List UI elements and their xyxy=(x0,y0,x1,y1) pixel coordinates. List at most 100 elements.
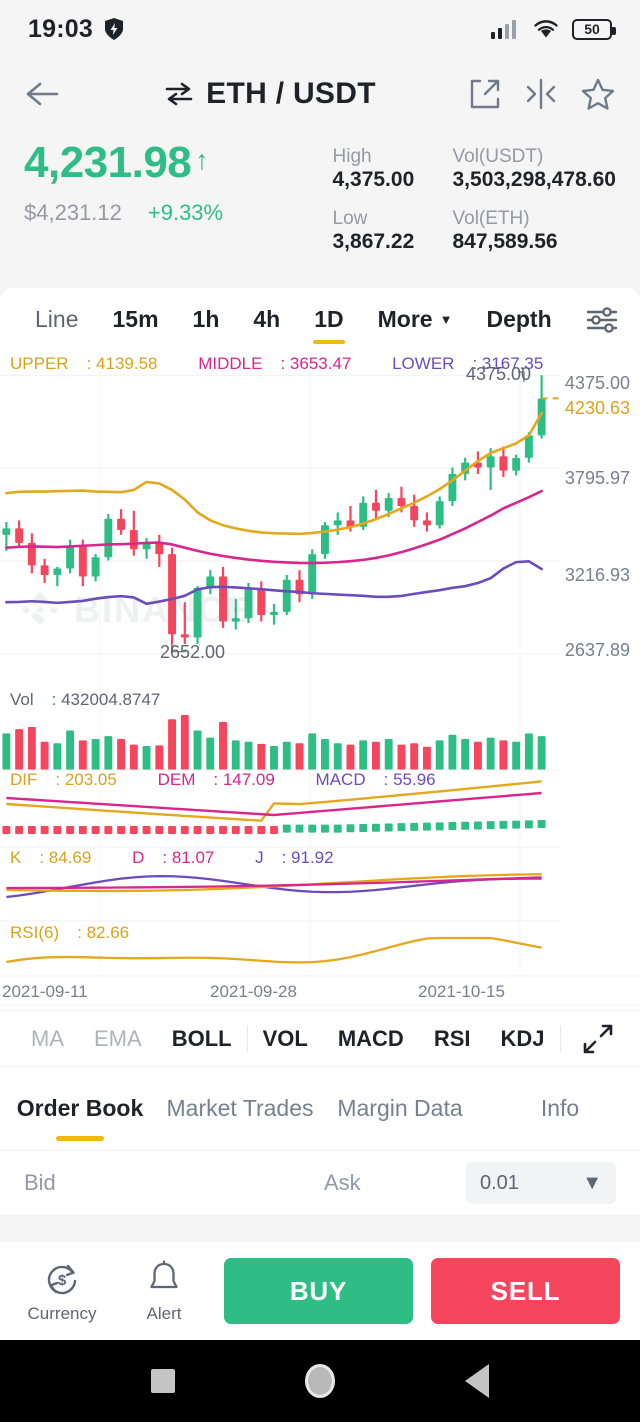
tab-more[interactable]: More ▼ xyxy=(361,288,470,350)
currency-exchange-icon: $ xyxy=(47,1264,77,1294)
tab-1h[interactable]: 1h xyxy=(176,288,237,350)
stat-low-value: 3,867.22 xyxy=(332,230,415,253)
chart-area[interactable]: UPPER: 4139.58 MIDDLE: 3653.47 LOWER: 31… xyxy=(0,350,640,1010)
battery-indicator: 50 xyxy=(572,18,616,40)
chart-low-marker: 2652.00 xyxy=(160,642,226,662)
indicator-vol[interactable]: VOL xyxy=(248,1011,323,1067)
tab-1d[interactable]: 1D xyxy=(297,288,360,350)
kdj-k-legend: K: 84.69 xyxy=(10,848,92,867)
triangle-back-icon[interactable] xyxy=(465,1364,489,1398)
price-axis-label-2: 3216.93 xyxy=(564,565,630,585)
tab-margin-data[interactable]: Margin Data xyxy=(320,1067,480,1151)
tab-depth[interactable]: Depth xyxy=(469,288,568,350)
tab-15m-label: 15m xyxy=(112,305,159,332)
chart-settings-button[interactable] xyxy=(585,304,631,334)
indicator-ma[interactable]: MA xyxy=(16,1011,79,1067)
date-axis-label-2: 2021-10-15 xyxy=(418,982,505,1001)
fullscreen-button[interactable] xyxy=(582,1023,624,1055)
currency-button[interactable]: $ Currency xyxy=(20,1259,104,1324)
order-book-header: Bid Ask 0.01 ▼ xyxy=(0,1150,640,1216)
fullscreen-expand-icon xyxy=(583,1024,613,1053)
tab-depth-label: Depth xyxy=(486,305,552,332)
price-panel: 4,231.98 ↑ $4,231.12 +9.33% High 4,375.0… xyxy=(0,130,640,288)
alert-label: Alert xyxy=(146,1303,182,1323)
page-title: ETH / USDT xyxy=(206,77,376,110)
back-button[interactable] xyxy=(24,79,72,109)
wifi-icon xyxy=(534,20,558,38)
price-secondary-row: $4,231.12 +9.33% xyxy=(24,200,333,226)
bell-icon xyxy=(150,1259,178,1288)
indicator-boll[interactable]: BOLL xyxy=(157,1011,247,1067)
stat-vol-usdt-value: 3,503,298,478.60 xyxy=(452,168,617,191)
macd-macd-legend: MACD: 55.96 xyxy=(315,770,436,789)
share-external-icon[interactable] xyxy=(468,77,502,111)
current-price-marker: 4230.63 xyxy=(564,398,630,418)
tab-market-trades[interactable]: Market Trades xyxy=(160,1067,320,1151)
indicator-kdj[interactable]: KDJ xyxy=(486,1011,560,1067)
tab-info[interactable]: Info xyxy=(480,1067,640,1151)
tab-1d-label: 1D xyxy=(314,305,344,332)
svg-text:$: $ xyxy=(58,1272,67,1289)
tab-4h[interactable]: 4h xyxy=(236,288,297,350)
chart-high-marker: 4375.00 xyxy=(466,364,532,384)
compare-icon[interactable] xyxy=(524,77,558,111)
signal-bars-icon xyxy=(491,20,516,39)
action-bar: $ Currency Alert BUY SELL xyxy=(0,1242,640,1340)
price-axis-label-1: 3795.97 xyxy=(564,468,630,488)
currency-label: Currency xyxy=(27,1303,97,1323)
indicator-macd[interactable]: MACD xyxy=(323,1011,419,1067)
order-book-ask-label: Ask xyxy=(324,1170,361,1195)
sell-button[interactable]: SELL xyxy=(431,1258,620,1324)
swap-arrows-icon xyxy=(165,82,193,106)
stat-low-label: Low xyxy=(332,208,368,229)
macd-dem-legend: DEM: 147.09 xyxy=(157,770,275,789)
indicator-toolbar: MA EMA BOLL VOL MACD RSI KDJ xyxy=(0,1010,640,1066)
stat-vol-eth-label: Vol(ETH) xyxy=(452,208,530,229)
order-book-bid-label: Bid xyxy=(24,1170,56,1195)
back-arrow-icon xyxy=(26,82,59,106)
precision-selector[interactable]: 0.01 ▼ xyxy=(466,1162,616,1204)
tab-more-label: More xyxy=(377,305,433,332)
price-axis-label-0: 4375.00 xyxy=(564,373,630,393)
indicator-ema[interactable]: EMA xyxy=(79,1011,157,1067)
tab-1h-label: 1h xyxy=(192,305,220,332)
boll-upper-legend: UPPER: 4139.58 xyxy=(10,354,158,373)
divider xyxy=(559,1025,561,1052)
chart-canvas xyxy=(0,350,640,1006)
volume-legend-text: Vol: 432004.8747 xyxy=(10,690,161,709)
stat-vol-eth-value: 847,589.56 xyxy=(452,230,558,253)
kdj-j-legend: J: 91.92 xyxy=(255,848,334,867)
tab-order-book[interactable]: Order Book xyxy=(0,1067,160,1151)
price-axis-label-3: 2637.89 xyxy=(564,640,630,660)
macd-legend: DIF: 203.05 DEM: 147.09 MACD: 55.96 xyxy=(10,770,472,790)
macd-dif-legend: DIF: 203.05 xyxy=(10,770,117,789)
shield-icon xyxy=(104,18,123,40)
stat-vol-usdt-label: Vol(USDT) xyxy=(452,146,544,167)
stat-high-label: High xyxy=(332,146,372,167)
pair-selector[interactable]: ETH / USDT xyxy=(72,77,468,111)
title-bar: ETH / USDT xyxy=(0,58,640,130)
app-screen: 19:03 50 ETH / USDT 4,231.98 ↑ $4,231.12… xyxy=(0,0,640,1422)
rsi-legend-text: RSI(6): 82.66 xyxy=(10,923,130,942)
fiat-price: $4,231.12 xyxy=(24,200,122,226)
title-actions xyxy=(468,77,616,111)
tab-line[interactable]: Line xyxy=(18,288,95,350)
indicator-rsi[interactable]: RSI xyxy=(419,1011,486,1067)
detail-tabs: Order Book Market Trades Margin Data Inf… xyxy=(0,1066,640,1150)
circle-home-icon[interactable] xyxy=(305,1364,335,1398)
change-percent: +9.33% xyxy=(147,200,224,226)
buy-button[interactable]: BUY xyxy=(224,1258,413,1324)
date-axis-label-1: 2021-09-28 xyxy=(210,982,297,1001)
kdj-d-legend: D: 81.07 xyxy=(132,848,215,867)
stat-high-value: 4,375.00 xyxy=(332,168,415,191)
tab-15m[interactable]: 15m xyxy=(95,288,175,350)
stat-low: Low 3,867.22 xyxy=(333,208,453,260)
square-recents-icon[interactable] xyxy=(151,1369,175,1393)
alert-button[interactable]: Alert xyxy=(122,1259,206,1324)
chevron-down-icon: ▼ xyxy=(439,311,453,327)
status-bar: 19:03 50 xyxy=(0,0,640,58)
star-outline-icon[interactable] xyxy=(580,77,616,111)
last-price: 4,231.98 xyxy=(24,138,192,187)
status-bar-left: 19:03 xyxy=(28,15,125,44)
status-time: 19:03 xyxy=(28,14,93,43)
